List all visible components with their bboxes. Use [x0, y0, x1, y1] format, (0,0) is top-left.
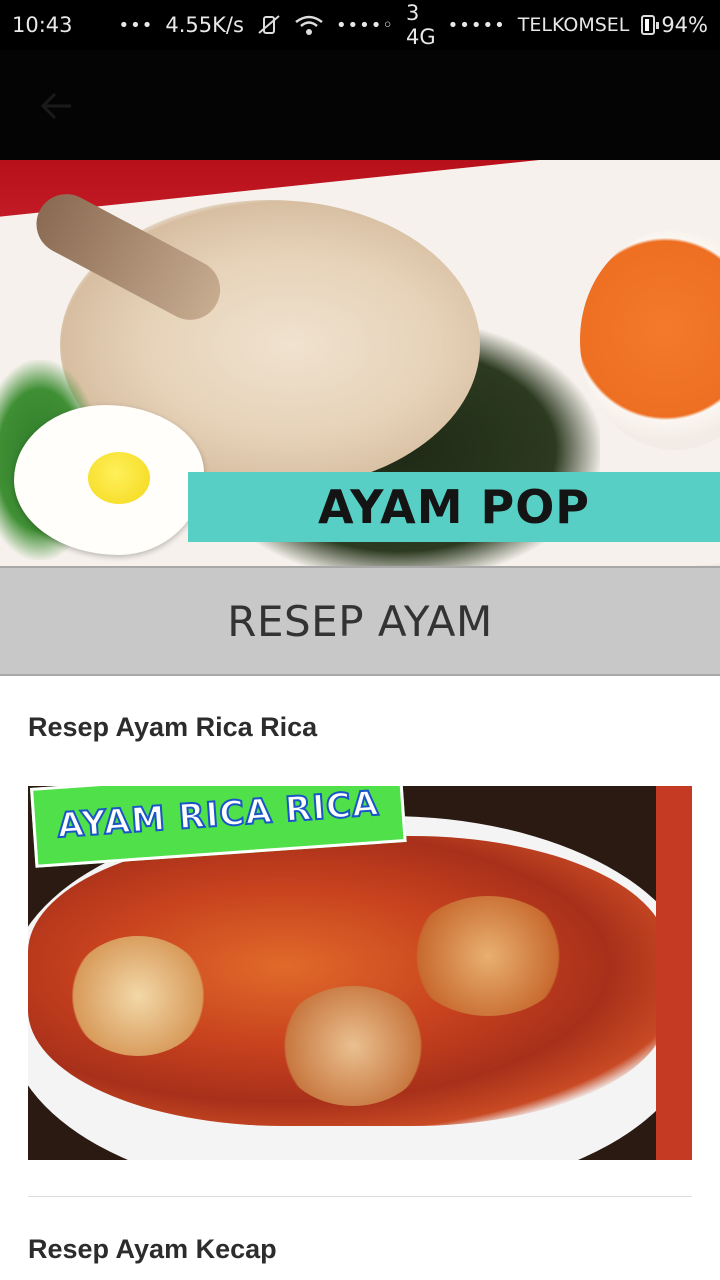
recipe-image[interactable]: AYAM RICA RICA	[28, 786, 692, 1160]
network-type: 3 4G	[406, 1, 436, 49]
recipe-image-label-text: AYAM RICA RICA	[55, 786, 381, 847]
signal-strength-2: •••••	[447, 14, 506, 36]
arrow-left-icon	[40, 92, 71, 120]
net-speed: 4.55K/s	[165, 13, 244, 37]
vibrate-off-icon	[256, 14, 282, 36]
overflow-dots: •••	[118, 14, 154, 36]
back-button[interactable]	[36, 86, 76, 126]
wifi-icon	[294, 14, 324, 36]
section-title: RESEP AYAM	[227, 596, 493, 646]
recipe-title[interactable]: Resep Ayam Kecap	[28, 1234, 277, 1265]
hero-banner-text: AYAM POP	[317, 480, 591, 534]
carrier-name: TELKOMSEL	[517, 14, 630, 36]
status-bar: 10:43 ••• 4.55K/s ••••◦ 3 4G ••••• TELKO…	[0, 0, 720, 50]
battery-percent: 94%	[661, 13, 708, 37]
hero-image: AYAM POP	[0, 160, 720, 566]
app-bar	[0, 50, 720, 160]
hero-banner: AYAM POP	[188, 472, 720, 542]
status-time: 10:43	[12, 13, 73, 37]
battery-icon	[641, 15, 660, 35]
list-divider	[28, 1196, 692, 1197]
recipe-title[interactable]: Resep Ayam Rica Rica	[28, 712, 317, 743]
section-header: RESEP AYAM	[0, 566, 720, 676]
signal-strength-1: ••••◦	[335, 14, 395, 36]
